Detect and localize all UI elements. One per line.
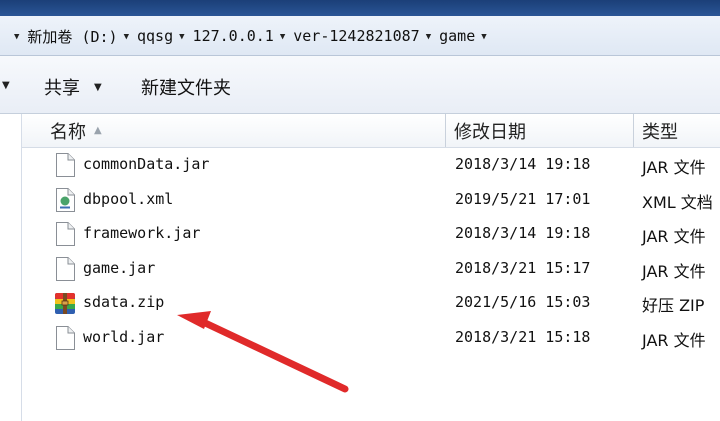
column-header-date-label: 修改日期 bbox=[454, 121, 526, 143]
jar-file-icon bbox=[54, 256, 76, 281]
file-type: JAR 文件 bbox=[642, 158, 706, 177]
jar-file-icon bbox=[54, 222, 76, 246]
file-date: 2021/5/16 15:03 bbox=[455, 293, 591, 311]
file-name: framework.jar bbox=[83, 224, 201, 242]
chevron-down-icon[interactable]: ▼ bbox=[124, 32, 129, 42]
jar-file-icon bbox=[54, 325, 76, 350]
file-date: 2018/3/14 19:18 bbox=[455, 155, 591, 173]
breadcrumb: ▼ 新加卷 (D:) ▼ qqsg ▼ 127.0.0.1 ▼ ver-1242… bbox=[8, 25, 495, 47]
address-bar[interactable]: ▼ 新加卷 (D:) ▼ qqsg ▼ 127.0.0.1 ▼ ver-1242… bbox=[0, 16, 720, 56]
breadcrumb-item-qqsg[interactable]: qqsg bbox=[137, 27, 173, 45]
file-row[interactable]: framework.jar 2018/3/14 19:18 JAR 文件 bbox=[22, 217, 720, 252]
file-type: XML 文档 bbox=[642, 192, 713, 212]
file-list: commonData.jar 2018/3/14 19:18 JAR 文件 db… bbox=[22, 148, 720, 355]
breadcrumb-item-ip[interactable]: 127.0.0.1 bbox=[193, 27, 274, 45]
breadcrumb-item-drive[interactable]: 新加卷 (D:) bbox=[27, 26, 117, 47]
chevron-down-icon[interactable]: ▼ bbox=[179, 32, 184, 42]
file-name: commonData.jar bbox=[83, 155, 210, 173]
file-date: 2018/3/21 15:17 bbox=[455, 258, 591, 277]
file-row[interactable]: commonData.jar 2018/3/14 19:18 JAR 文件 bbox=[22, 148, 720, 183]
breadcrumb-item-game[interactable]: game bbox=[439, 27, 475, 45]
file-date: 2019/5/21 17:01 bbox=[455, 189, 591, 208]
share-button[interactable]: 共享 ▼ bbox=[44, 76, 102, 99]
jar-file-icon bbox=[54, 153, 76, 177]
new-folder-button-label: 新建文件夹 bbox=[141, 78, 231, 99]
explorer-window: ▼ 新加卷 (D:) ▼ qqsg ▼ 127.0.0.1 ▼ ver-1242… bbox=[0, 0, 720, 421]
title-bar bbox=[0, 0, 720, 16]
file-date: 2018/3/21 15:18 bbox=[455, 327, 591, 346]
file-type: JAR 文件 bbox=[642, 261, 706, 281]
zip-archive-icon bbox=[54, 291, 76, 315]
column-header-name[interactable]: 名称 ▲ bbox=[22, 114, 446, 147]
breadcrumb-item-version[interactable]: ver-1242821087 bbox=[293, 27, 419, 45]
navigation-pane[interactable] bbox=[0, 114, 22, 421]
chevron-down-icon[interactable]: ▼ bbox=[280, 32, 285, 42]
file-date: 2018/3/14 19:18 bbox=[455, 224, 591, 242]
command-toolbar: ▼ 共享 ▼ 新建文件夹 bbox=[0, 56, 720, 114]
sort-ascending-icon: ▲ bbox=[94, 125, 102, 136]
file-name: sdata.zip bbox=[83, 293, 165, 311]
file-type: 好压 ZIP bbox=[642, 296, 705, 315]
column-header-row: 名称 ▲ 修改日期 类型 bbox=[22, 114, 720, 148]
chevron-down-icon[interactable]: ▼ bbox=[2, 80, 10, 91]
new-folder-button[interactable]: 新建文件夹 bbox=[141, 76, 231, 99]
file-name: dbpool.xml bbox=[83, 189, 174, 208]
file-name: game.jar bbox=[83, 258, 156, 277]
file-row[interactable]: sdata.zip 2021/5/16 15:03 好压 ZIP bbox=[22, 286, 720, 321]
file-row[interactable]: world.jar 2018/3/21 15:18 JAR 文件 bbox=[22, 321, 720, 356]
file-row[interactable]: game.jar 2018/3/21 15:17 JAR 文件 bbox=[22, 252, 720, 287]
xml-file-icon bbox=[54, 187, 76, 212]
file-type: JAR 文件 bbox=[642, 330, 706, 350]
file-type: JAR 文件 bbox=[642, 227, 706, 246]
column-header-type[interactable]: 类型 bbox=[634, 114, 720, 147]
share-button-label: 共享 bbox=[44, 78, 80, 99]
column-header-name-label: 名称 bbox=[50, 121, 86, 143]
chevron-down-icon[interactable]: ▼ bbox=[481, 32, 486, 42]
chevron-down-icon: ▼ bbox=[94, 81, 102, 93]
column-header-date[interactable]: 修改日期 bbox=[446, 114, 634, 147]
file-row[interactable]: dbpool.xml 2019/5/21 17:01 XML 文档 bbox=[22, 183, 720, 218]
column-header-type-label: 类型 bbox=[642, 121, 678, 143]
file-name: world.jar bbox=[83, 327, 165, 346]
chevron-down-icon[interactable]: ▼ bbox=[14, 32, 19, 42]
chevron-down-icon[interactable]: ▼ bbox=[426, 32, 431, 42]
